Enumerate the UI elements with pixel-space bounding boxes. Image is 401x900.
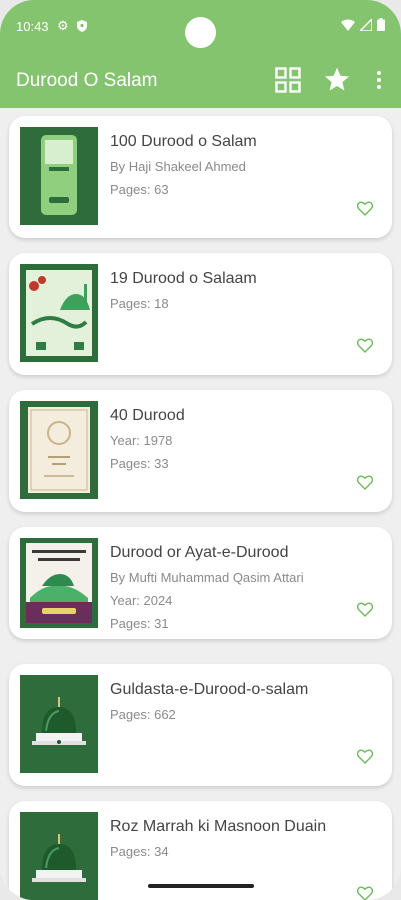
book-pages: Pages: 33 (110, 456, 169, 471)
status-icons (341, 18, 385, 31)
signal-icon (360, 18, 372, 31)
grid-view-icon[interactable] (275, 67, 301, 93)
book-title: 40 Durood (110, 407, 185, 424)
favorite-heart-icon[interactable] (357, 602, 373, 617)
favorites-star-icon[interactable] (323, 66, 351, 94)
phone-screen: 10:43 ⚙ Durood O Salam 100 Durood o Sala… (0, 0, 401, 900)
book-pages: Pages: 18 (110, 296, 169, 311)
favorite-heart-icon[interactable] (357, 886, 373, 900)
book-pages: Pages: 63 (110, 182, 169, 197)
book-pages: Pages: 662 (110, 707, 176, 722)
book-cover (20, 401, 98, 499)
book-cover (20, 538, 98, 628)
book-cover (20, 264, 98, 362)
favorite-heart-icon[interactable] (357, 338, 373, 353)
wifi-icon (341, 19, 355, 31)
favorite-heart-icon[interactable] (357, 201, 373, 216)
book-cover (20, 812, 98, 900)
book-cover (20, 675, 98, 773)
camera-cutout (185, 17, 216, 48)
book-title: 100 Durood o Salam (110, 133, 257, 150)
status-time: 10:43 (16, 19, 49, 34)
book-author: By Mufti Muhammad Qasim Attari (110, 570, 304, 585)
book-title: Durood or Ayat-e-Durood (110, 544, 289, 561)
book-card[interactable]: Durood or Ayat-e-Durood By Mufti Muhamma… (9, 527, 392, 639)
book-year: Year: 1978 (110, 433, 173, 448)
status-bar: 10:43 ⚙ (0, 0, 401, 52)
book-author: By Haji Shakeel Ahmed (110, 159, 246, 174)
book-title: Roz Marrah ki Masnoon Duain (110, 818, 327, 835)
book-title: Guldasta-e-Durood-o-salam (110, 681, 309, 698)
book-card[interactable]: Guldasta-e-Durood-o-salam Pages: 662 (9, 664, 392, 786)
favorite-heart-icon[interactable] (357, 475, 373, 490)
book-card[interactable]: 19 Durood o Salaam Pages: 18 (9, 253, 392, 375)
book-title: 19 Durood o Salaam (110, 270, 257, 287)
shield-status-icon (77, 20, 87, 32)
book-card[interactable]: 40 Durood Year: 1978 Pages: 33 (9, 390, 392, 512)
app-bar: 10:43 ⚙ Durood O Salam (0, 0, 401, 108)
book-pages: Pages: 31 (110, 616, 169, 631)
book-year: Year: 2024 (110, 593, 173, 608)
book-cover (20, 127, 98, 225)
home-indicator[interactable] (148, 884, 254, 888)
book-card[interactable]: 100 Durood o Salam By Haji Shakeel Ahmed… (9, 116, 392, 238)
settings-status-icon: ⚙ (57, 18, 69, 33)
battery-icon (377, 18, 385, 31)
book-pages: Pages: 34 (110, 844, 169, 859)
more-options-icon[interactable] (372, 70, 386, 90)
app-title: Durood O Salam (16, 70, 158, 91)
favorite-heart-icon[interactable] (357, 749, 373, 764)
